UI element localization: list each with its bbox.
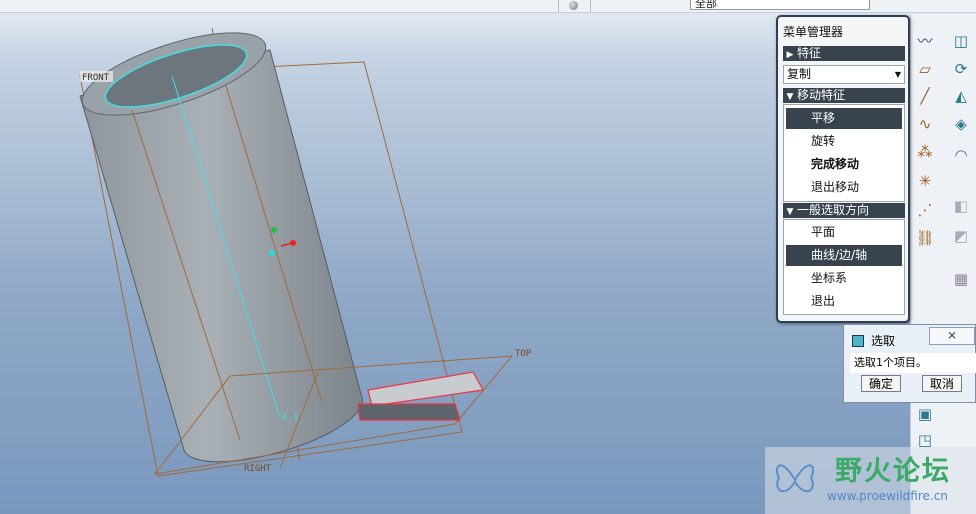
menu-item-curve-edge-axis[interactable]: 曲线/边/轴: [786, 245, 902, 266]
select-dialog-title: 选取: [871, 334, 896, 348]
select-dialog: 选取 ⨯ 选取1个项目。 确定 取消: [843, 324, 976, 403]
select-cube-icon: [852, 335, 864, 347]
chain-icon[interactable]: ⛓: [915, 228, 935, 248]
front-label: FRONT: [82, 73, 110, 83]
ok-button[interactable]: 确定: [861, 375, 901, 392]
watermark-title: 野火论坛: [835, 456, 951, 487]
top-bar-separator: [558, 0, 559, 12]
move-options-list: 平移 旋转 完成移动 退出移动: [783, 104, 905, 202]
section-general-direction[interactable]: ▼ 一般选取方向: [783, 203, 905, 218]
pattern-icon[interactable]: ▦: [951, 269, 971, 289]
point-icon[interactable]: ⁂: [915, 142, 935, 162]
datum-plane-icon[interactable]: ▱: [915, 59, 935, 79]
collapsed-triangle-icon: ▶: [786, 50, 794, 60]
feature-operation-select[interactable]: 复制 ▼: [783, 65, 905, 84]
model-viewport[interactable]: FRONT TOP RIGHT A_1: [0, 12, 910, 514]
expanded-triangle-icon: ▼: [786, 92, 794, 102]
mirror-icon[interactable]: ▣: [915, 404, 935, 424]
top-label: TOP: [515, 349, 532, 359]
extrude-icon[interactable]: ◫: [951, 31, 971, 51]
axis-label: A_1: [282, 413, 298, 423]
draft-icon[interactable]: ◩: [951, 226, 971, 246]
csys-y-marker: [271, 227, 277, 233]
menu-item-translate[interactable]: 平移: [786, 108, 902, 129]
top-bar-separator: [590, 0, 591, 12]
csys-x-marker: [290, 240, 296, 246]
cancel-button[interactable]: 取消: [922, 375, 962, 392]
menu-manager-panel: 菜单管理器 ▶ 特征 复制 ▼ ▼ 移动特征 平移 旋转 完成移动 退出移动 ▼ 一般…: [776, 15, 910, 323]
analysis-icon[interactable]: ⋰: [915, 200, 935, 220]
selected-feature-top[interactable]: [367, 371, 484, 407]
forum-watermark: 野火论坛 www.proewildfire.cn: [765, 447, 976, 514]
status-light-icon[interactable]: [569, 1, 578, 10]
csys-icon[interactable]: ✳: [915, 171, 935, 191]
select-dialog-message: 选取1个项目。: [850, 353, 976, 373]
right-label: RIGHT: [244, 464, 272, 474]
section-feature[interactable]: ▶ 特征: [783, 46, 905, 61]
blend-icon[interactable]: ◈: [951, 114, 971, 134]
shell-icon[interactable]: ◠: [951, 145, 971, 165]
section-direction-label: 一般选取方向: [797, 203, 870, 217]
feature-toolbar: 〰 ▱ ╱ ∿ ⁂ ✳ ⋰ ⛓ ◫ ⟳ ◭ ◈ ◠ ◧ ◩ ▦ ▣ ◳: [910, 14, 976, 514]
sketch-curve-icon[interactable]: 〰: [915, 31, 935, 51]
menu-item-rotate[interactable]: 旋转: [786, 131, 902, 152]
expanded-triangle-icon: ▼: [786, 207, 794, 217]
revolve-icon[interactable]: ⟳: [951, 59, 971, 79]
csys-z-marker: [269, 250, 275, 256]
direction-options-list: 平面 曲线/边/轴 坐标系 退出: [783, 219, 905, 315]
menu-item-csys[interactable]: 坐标系: [786, 268, 902, 289]
menu-item-quit-move[interactable]: 退出移动: [786, 177, 902, 198]
selection-filter-select[interactable]: 全部: [690, 0, 870, 10]
chevron-down-icon: ▼: [894, 70, 901, 79]
section-move-label: 移动特征: [797, 88, 846, 102]
close-button[interactable]: ⨯: [929, 327, 975, 345]
spline-icon[interactable]: ∿: [915, 114, 935, 134]
rib-icon[interactable]: ◧: [951, 196, 971, 216]
butterfly-logo-icon: [776, 464, 814, 493]
menu-item-quit[interactable]: 退出: [786, 291, 902, 312]
menu-manager-title: 菜单管理器: [783, 25, 844, 39]
selected-feature-front[interactable]: [357, 403, 461, 421]
menu-item-done-move[interactable]: 完成移动: [786, 154, 902, 175]
section-feature-label: 特征: [797, 46, 822, 60]
watermark-url: www.proewildfire.cn: [827, 489, 948, 503]
section-move-feature[interactable]: ▼ 移动特征: [783, 88, 905, 103]
menu-item-plane[interactable]: 平面: [786, 222, 902, 243]
sweep-icon[interactable]: ◭: [951, 86, 971, 106]
feature-operation-value: 复制: [787, 67, 812, 81]
datum-axis-icon[interactable]: ╱: [915, 86, 935, 106]
